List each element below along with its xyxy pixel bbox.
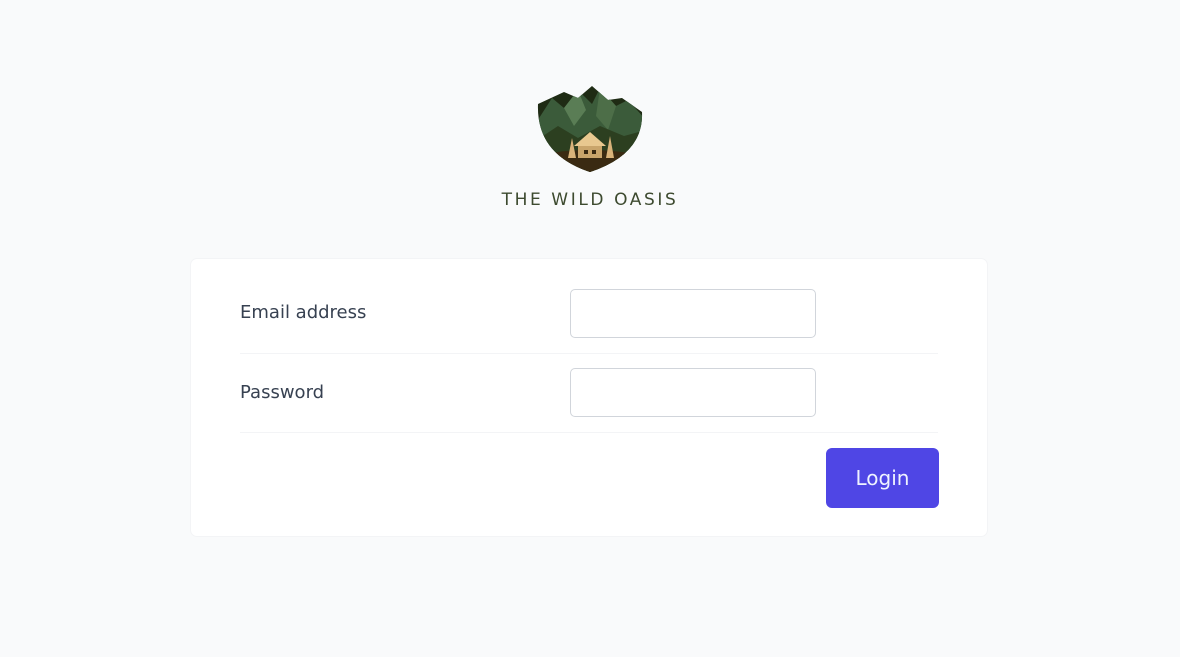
brand-header: THE WILD OASIS [0,86,1180,210]
email-input[interactable] [570,289,816,338]
password-label: Password [240,382,325,403]
login-form: Email address Password Login [190,258,988,537]
email-label: Email address [240,302,367,323]
login-button[interactable]: Login [826,448,939,508]
password-input[interactable] [570,368,816,417]
mountain-cabin-logo-icon [537,86,643,172]
brand-name: THE WILD OASIS [501,190,679,210]
